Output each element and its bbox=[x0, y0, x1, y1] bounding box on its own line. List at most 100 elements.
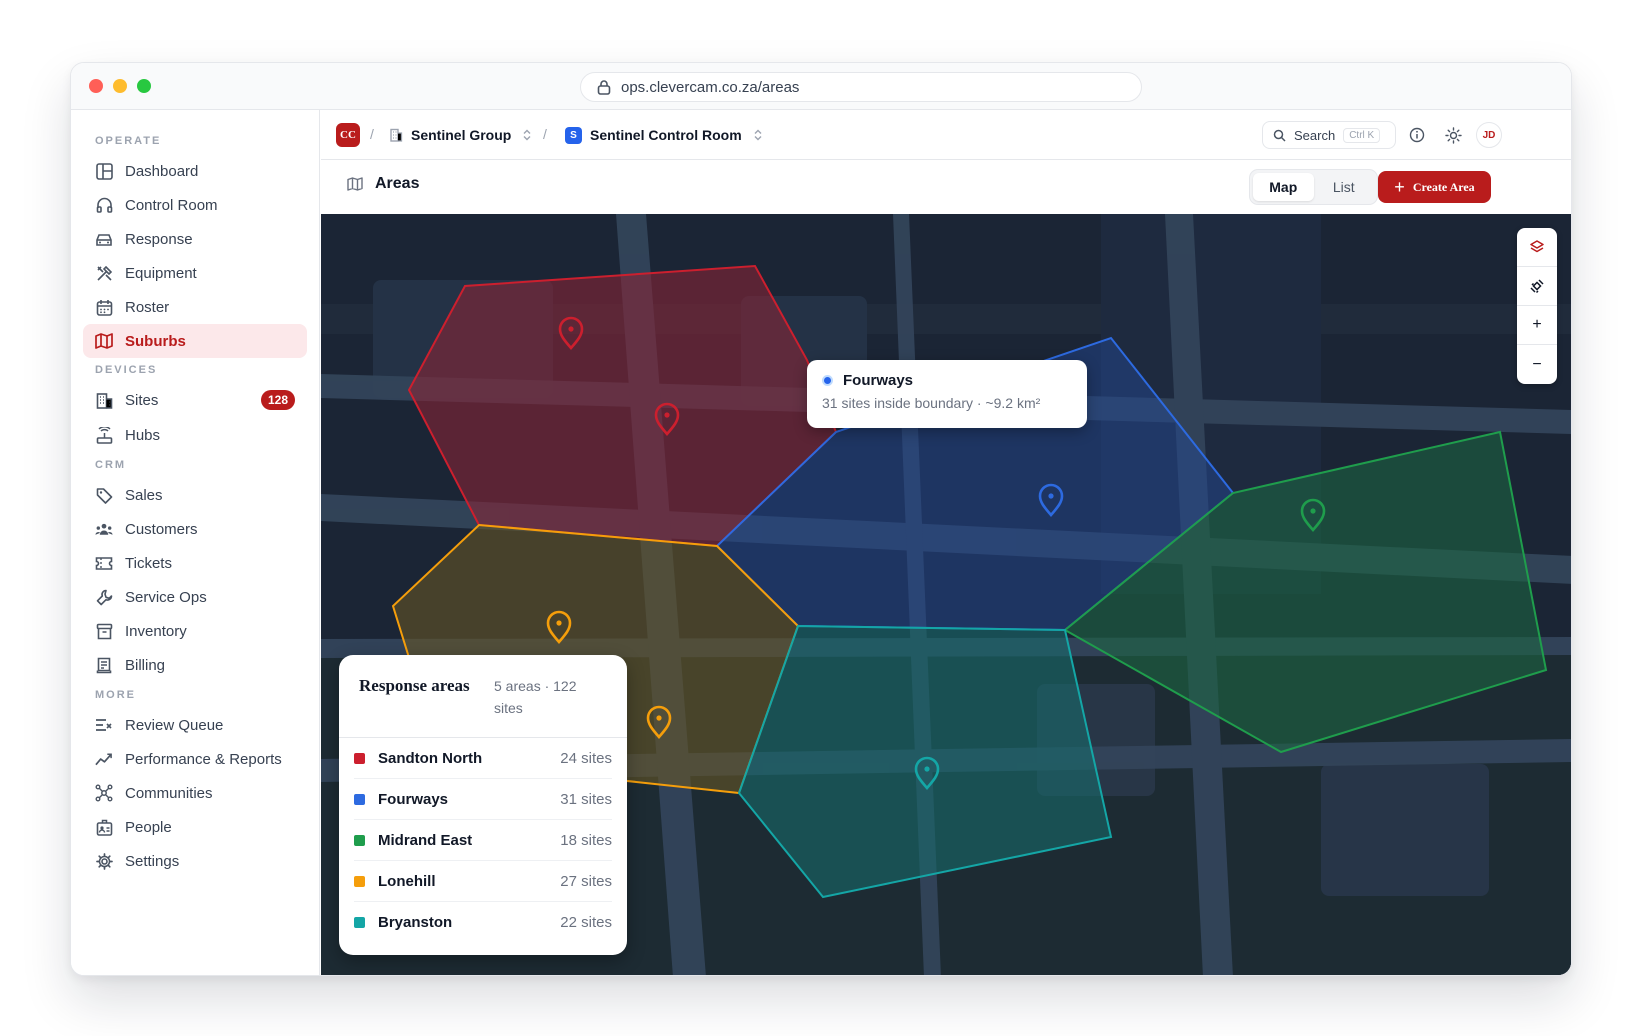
network-icon bbox=[95, 784, 113, 802]
section-label-operate: OPERATE bbox=[95, 135, 162, 147]
page-header: Areas Map List + Create Area bbox=[321, 160, 1571, 214]
sidebar-item-performance-reports[interactable]: Performance & Reports bbox=[83, 742, 307, 776]
wrench-icon bbox=[95, 588, 113, 606]
trend-icon bbox=[95, 750, 113, 768]
tooltip-area-name: Fourways bbox=[843, 372, 914, 389]
satellite-button[interactable] bbox=[1517, 267, 1557, 306]
legend-item-sandton-north[interactable]: Sandton North 24 sites bbox=[354, 738, 612, 779]
user-avatar[interactable]: JD bbox=[1476, 122, 1502, 148]
search-button[interactable]: Search Ctrl K bbox=[1262, 121, 1396, 149]
layers-button[interactable] bbox=[1517, 228, 1557, 267]
sidebar-item-label: Equipment bbox=[125, 264, 197, 282]
area-name: Lonehill bbox=[378, 872, 436, 890]
sidebar-item-customers[interactable]: Customers bbox=[83, 512, 307, 546]
org-name: Sentinel Group bbox=[411, 127, 512, 143]
view-toggle: Map List bbox=[1249, 169, 1378, 205]
sidebar-item-response[interactable]: Response bbox=[83, 222, 307, 256]
plus-icon: + bbox=[1394, 176, 1405, 197]
building-icon bbox=[390, 128, 403, 142]
car-icon bbox=[95, 230, 113, 248]
sidebar-item-review-queue[interactable]: Review Queue bbox=[83, 708, 307, 742]
info-button[interactable] bbox=[1406, 124, 1428, 146]
area-color-dot bbox=[822, 375, 833, 386]
sidebar-item-label: Settings bbox=[125, 852, 180, 870]
map-icon bbox=[347, 177, 363, 191]
headset-icon bbox=[95, 196, 113, 214]
sidebar-item-dashboard[interactable]: Dashboard bbox=[83, 154, 307, 188]
legend-title: Response areas bbox=[359, 676, 470, 695]
address-bar[interactable]: ops.clevercam.co.za/areas bbox=[580, 72, 1142, 102]
legend-item-fourways[interactable]: Fourways 31 sites bbox=[354, 779, 612, 820]
gear-icon bbox=[95, 852, 113, 870]
sidebar-item-service-ops[interactable]: Service Ops bbox=[83, 580, 307, 614]
sidebar-item-billing[interactable]: Billing bbox=[83, 648, 307, 682]
users-icon bbox=[95, 520, 113, 538]
sidebar-item-people[interactable]: People bbox=[83, 810, 307, 844]
map-icon bbox=[95, 332, 113, 350]
sidebar-item-label: People bbox=[125, 818, 172, 836]
area-name: Fourways bbox=[378, 790, 449, 808]
area-name: Sandton North bbox=[378, 749, 483, 767]
sidebar-item-label: Hubs bbox=[125, 426, 161, 444]
theme-toggle-button[interactable] bbox=[1442, 124, 1464, 146]
archive-icon bbox=[95, 622, 113, 640]
sidebar-item-sales[interactable]: Sales bbox=[83, 478, 307, 512]
browser-titlebar: ops.clevercam.co.za/areas bbox=[71, 63, 1571, 110]
create-area-label: Create Area bbox=[1412, 179, 1475, 194]
receipt-icon bbox=[95, 656, 113, 674]
search-label: Search bbox=[1294, 127, 1336, 143]
sidebar-item-label: Sites bbox=[125, 391, 159, 409]
ticket-icon bbox=[95, 554, 113, 572]
legend-item-midrand-east[interactable]: Midrand East 18 sites bbox=[354, 820, 612, 861]
sidebar-item-inventory[interactable]: Inventory bbox=[83, 614, 307, 648]
legend-item-bryanston[interactable]: Bryanston 22 sites bbox=[354, 902, 612, 943]
sidebar-item-label: Control Room bbox=[125, 196, 218, 214]
tooltip-title: Fourways bbox=[822, 372, 1072, 389]
breadcrumb-separator: / bbox=[543, 126, 547, 142]
section-label-crm: CRM bbox=[95, 459, 127, 471]
chevron-up-down-icon bbox=[754, 129, 762, 141]
section-label-devices: DEVICES bbox=[95, 364, 158, 376]
sidebar-item-hubs[interactable]: Hubs bbox=[83, 418, 307, 452]
area-site-count: 22 sites bbox=[560, 914, 612, 931]
close-window-button[interactable] bbox=[89, 79, 103, 93]
workspace-switcher[interactable]: S Sentinel Control Room bbox=[565, 122, 762, 148]
area-site-count: 18 sites bbox=[560, 831, 612, 849]
area-site-count: 24 sites bbox=[560, 749, 612, 767]
area-site-count: 27 sites bbox=[560, 872, 612, 890]
zoom-out-button[interactable]: − bbox=[1517, 345, 1557, 384]
breadcrumb-separator: / bbox=[370, 126, 374, 142]
sidebar-item-settings[interactable]: Settings bbox=[83, 844, 307, 878]
legend-item-lonehill[interactable]: Lonehill 27 sites bbox=[354, 861, 612, 902]
areas-map[interactable]: + − Fourways 31 sites inside boundary · … bbox=[321, 214, 1571, 975]
area-swatch bbox=[354, 917, 365, 928]
create-area-button[interactable]: + Create Area bbox=[1378, 171, 1491, 203]
sidebar: OPERATE Dashboard Control Room Response … bbox=[71, 110, 320, 975]
area-swatch bbox=[354, 875, 365, 887]
sidebar-item-label: Sales bbox=[125, 486, 163, 504]
area-swatch bbox=[354, 752, 365, 764]
sidebar-item-suburbs[interactable]: Suburbs bbox=[83, 324, 307, 358]
area-swatch bbox=[354, 793, 365, 805]
view-list-option[interactable]: List bbox=[1314, 173, 1375, 201]
maximize-window-button[interactable] bbox=[137, 79, 151, 93]
sidebar-item-equipment[interactable]: Equipment bbox=[83, 256, 307, 290]
sidebar-item-label: Performance & Reports bbox=[125, 750, 282, 768]
topbar: CC / Sentinel Group / S Sentinel Control… bbox=[321, 110, 1571, 160]
lock-icon bbox=[597, 80, 611, 95]
page-title-text: Areas bbox=[375, 175, 420, 192]
router-icon bbox=[95, 426, 113, 444]
sidebar-item-sites[interactable]: Sites 128 bbox=[83, 383, 307, 417]
org-switcher[interactable]: Sentinel Group bbox=[389, 122, 531, 148]
sidebar-item-tickets[interactable]: Tickets bbox=[83, 546, 307, 580]
building-icon bbox=[95, 391, 113, 409]
address-url: ops.clevercam.co.za/areas bbox=[621, 78, 800, 96]
minimize-window-button[interactable] bbox=[113, 79, 127, 93]
app-logo[interactable]: CC bbox=[336, 123, 360, 147]
area-name: Bryanston bbox=[378, 914, 453, 931]
view-map-option[interactable]: Map bbox=[1253, 173, 1314, 201]
zoom-in-button[interactable]: + bbox=[1517, 306, 1557, 345]
sidebar-item-control-room[interactable]: Control Room bbox=[83, 188, 307, 222]
sidebar-item-communities[interactable]: Communities bbox=[83, 776, 307, 810]
sidebar-item-roster[interactable]: Roster bbox=[83, 290, 307, 324]
